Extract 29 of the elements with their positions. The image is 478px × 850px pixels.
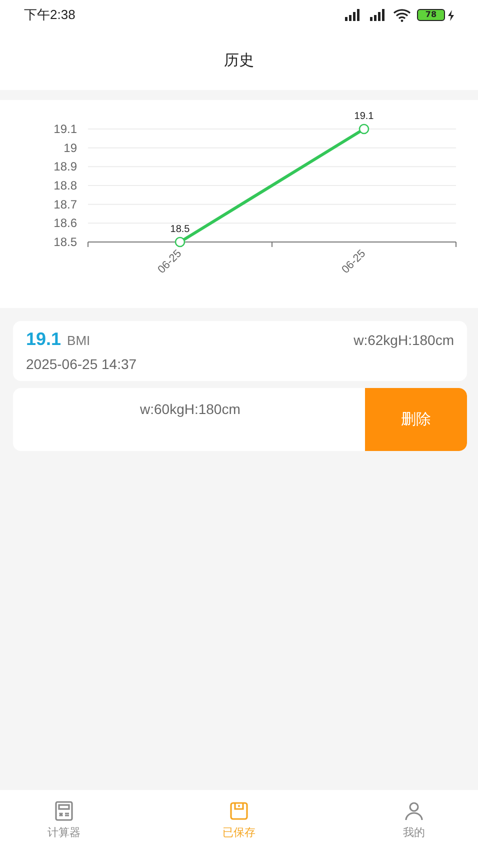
tab-item[interactable]: 我的 bbox=[384, 790, 444, 850]
data-point bbox=[358, 124, 370, 134]
axis-tick-label: 18.8 bbox=[54, 178, 77, 192]
clock-time: 下午2:38 bbox=[24, 6, 76, 24]
wifi-icon bbox=[393, 8, 411, 22]
measurement-text: w:62kgH:180cm bbox=[354, 332, 454, 348]
axis-tick-label: 18.9 bbox=[54, 160, 77, 174]
axis-tick-label: 19.1 bbox=[54, 122, 77, 136]
axis-tick-label: 18.7 bbox=[54, 197, 77, 212]
record-card[interactable]: w:60kgH:180cm 删除 bbox=[13, 388, 467, 451]
axis-tick-label: 18.5 bbox=[54, 235, 77, 249]
data-point bbox=[174, 236, 186, 248]
data-label: 18.5 bbox=[170, 224, 190, 235]
axis-tick-label: 18.6 bbox=[54, 216, 77, 230]
axis-tick-label: 19 bbox=[64, 140, 77, 155]
record-date: 2025-06-25 14:37 bbox=[26, 356, 138, 372]
record-card[interactable]: 19.1 BMI w:62kgH:180cm 2025-06-25 14:37 bbox=[13, 321, 467, 381]
person-icon bbox=[403, 800, 425, 822]
calculator-icon bbox=[53, 800, 75, 822]
charging-icon bbox=[448, 10, 454, 20]
tab-item[interactable]: 计算器 bbox=[34, 790, 94, 850]
bmi-unit: BMI bbox=[67, 333, 90, 348]
page-title: 历史 bbox=[224, 50, 254, 70]
bmi-value: 19.1 bbox=[26, 329, 62, 350]
delete-button[interactable]: 删除 bbox=[365, 388, 467, 451]
measurement-text: w:60kgH:180cm bbox=[140, 401, 240, 417]
battery-indicator: 78 bbox=[417, 9, 445, 21]
data-label: 19.1 bbox=[354, 111, 374, 122]
tab-item[interactable]: 已保存 bbox=[209, 790, 269, 850]
